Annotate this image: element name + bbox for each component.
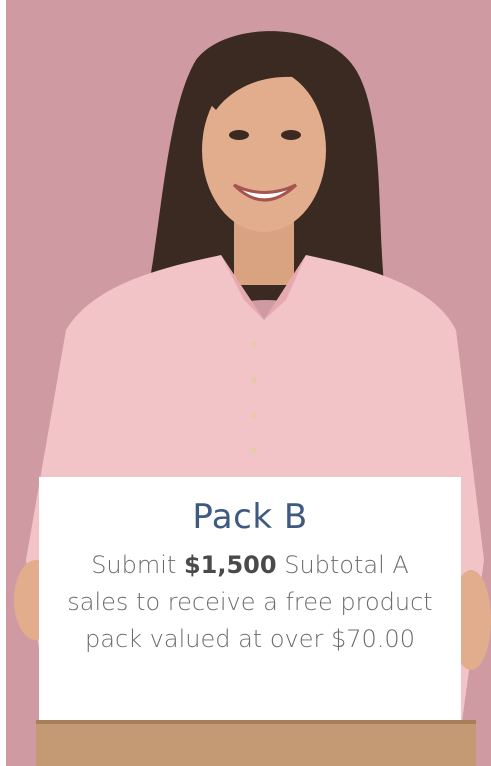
promo-panel: Pack B Submit $1,500 Subtotal A sales to… <box>0 0 491 766</box>
pack-title: Pack B <box>192 497 308 537</box>
desc-amount: $1,500 <box>183 551 277 579</box>
pack-description: Submit $1,500 Subtotal A sales to receiv… <box>60 547 440 658</box>
promo-card: Pack B Submit $1,500 Subtotal A sales to… <box>39 477 461 720</box>
desc-prefix: Submit <box>91 551 184 579</box>
